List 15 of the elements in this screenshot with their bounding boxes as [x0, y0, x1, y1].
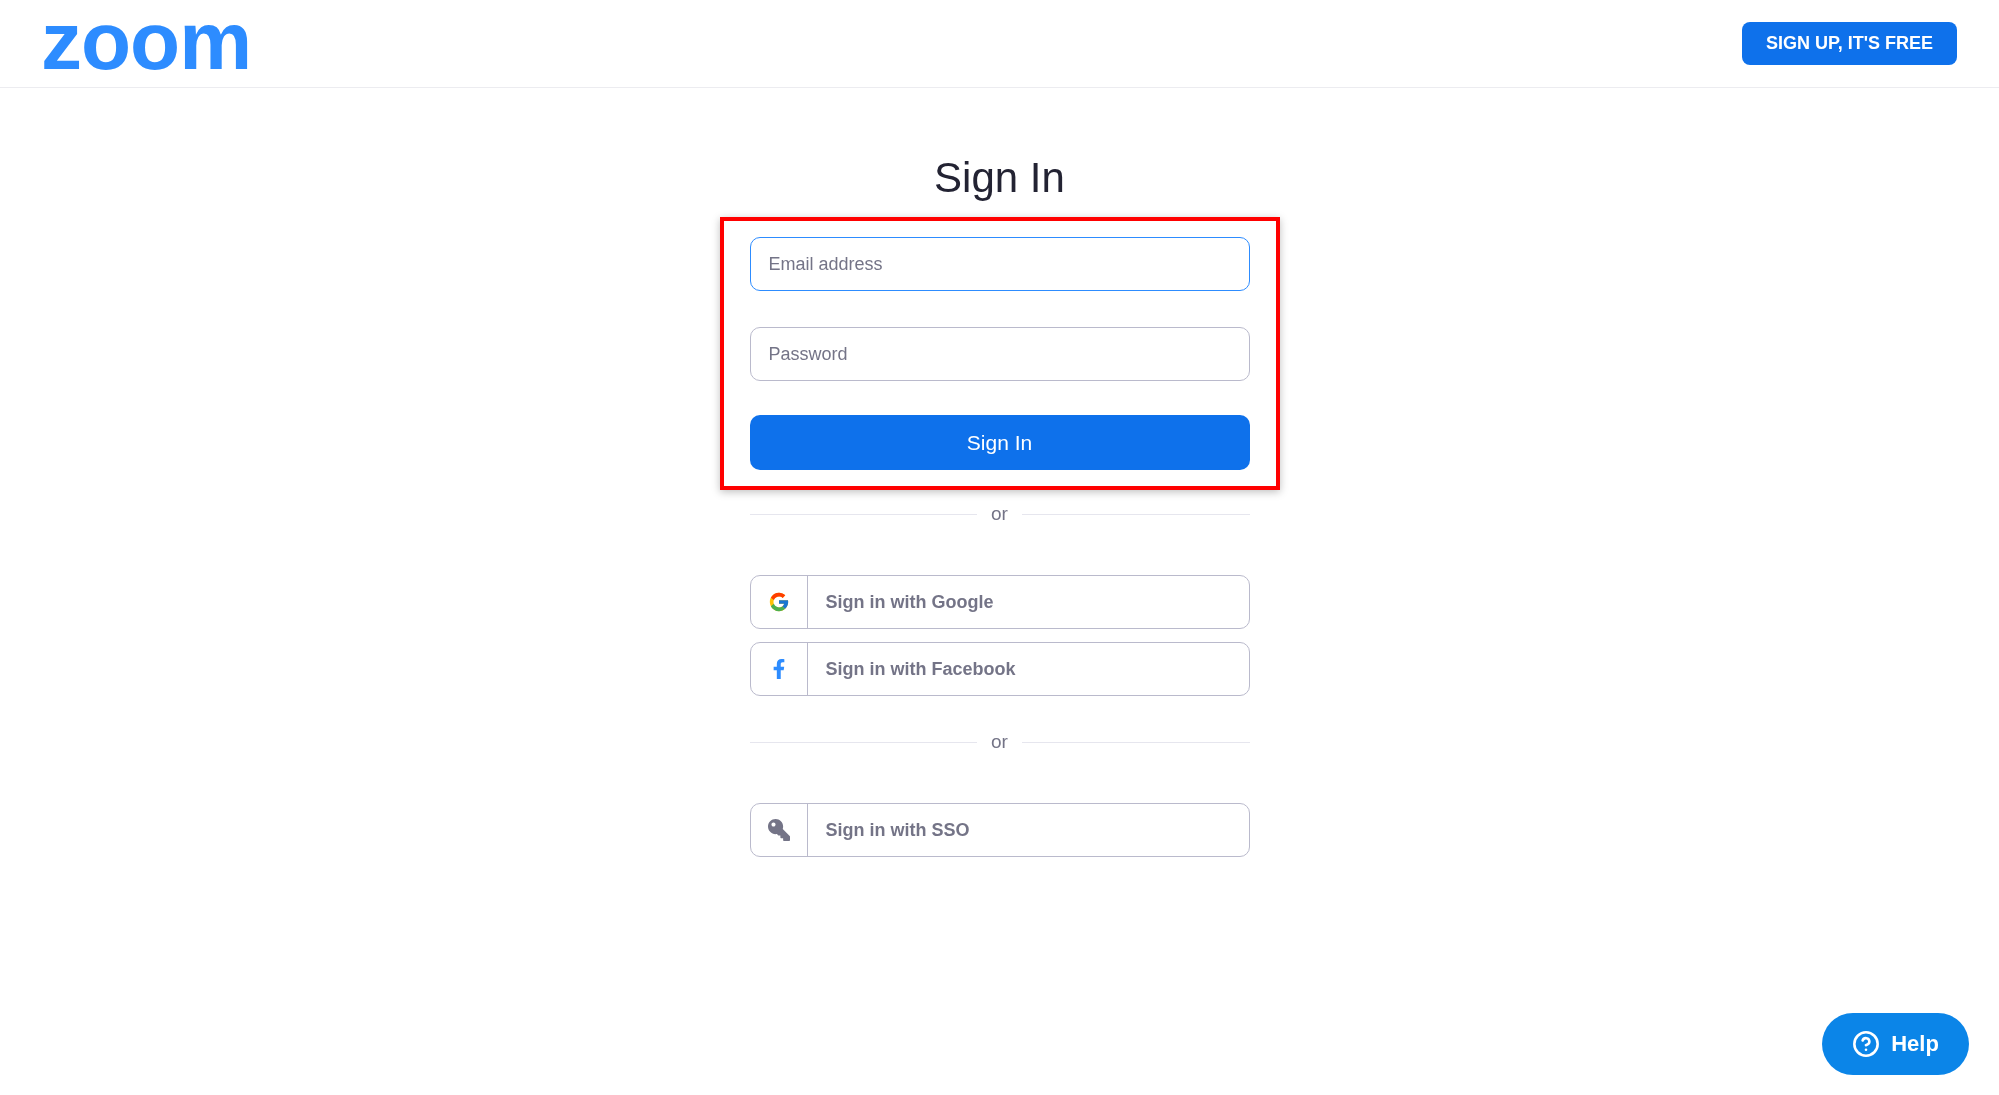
g-letter-icon [767, 591, 790, 613]
sign-in-button[interactable]: Sign In [749, 415, 1250, 470]
help-button[interactable]: Help [1822, 1013, 1969, 1075]
sign-up-button[interactable]: SIGN UP, IT'S FREE [1742, 22, 1957, 65]
social-sign-in-button[interactable]: Sign in with Facebook [749, 642, 1250, 696]
logo[interactable]: zoom [41, 6, 252, 76]
password-field[interactable]: Password [749, 327, 1250, 381]
page-title: Sign In [934, 153, 1065, 203]
key-icon [767, 819, 790, 841]
sso-sign-in-button[interactable]: Sign in with SSO [749, 803, 1250, 857]
help-icon [1852, 1030, 1881, 1058]
email-field[interactable]: Email address [749, 237, 1250, 291]
social-sign-in-button[interactable]: Sign in with Google [749, 575, 1250, 629]
divider-label: or [990, 502, 1009, 526]
divider-label: or [990, 730, 1009, 754]
